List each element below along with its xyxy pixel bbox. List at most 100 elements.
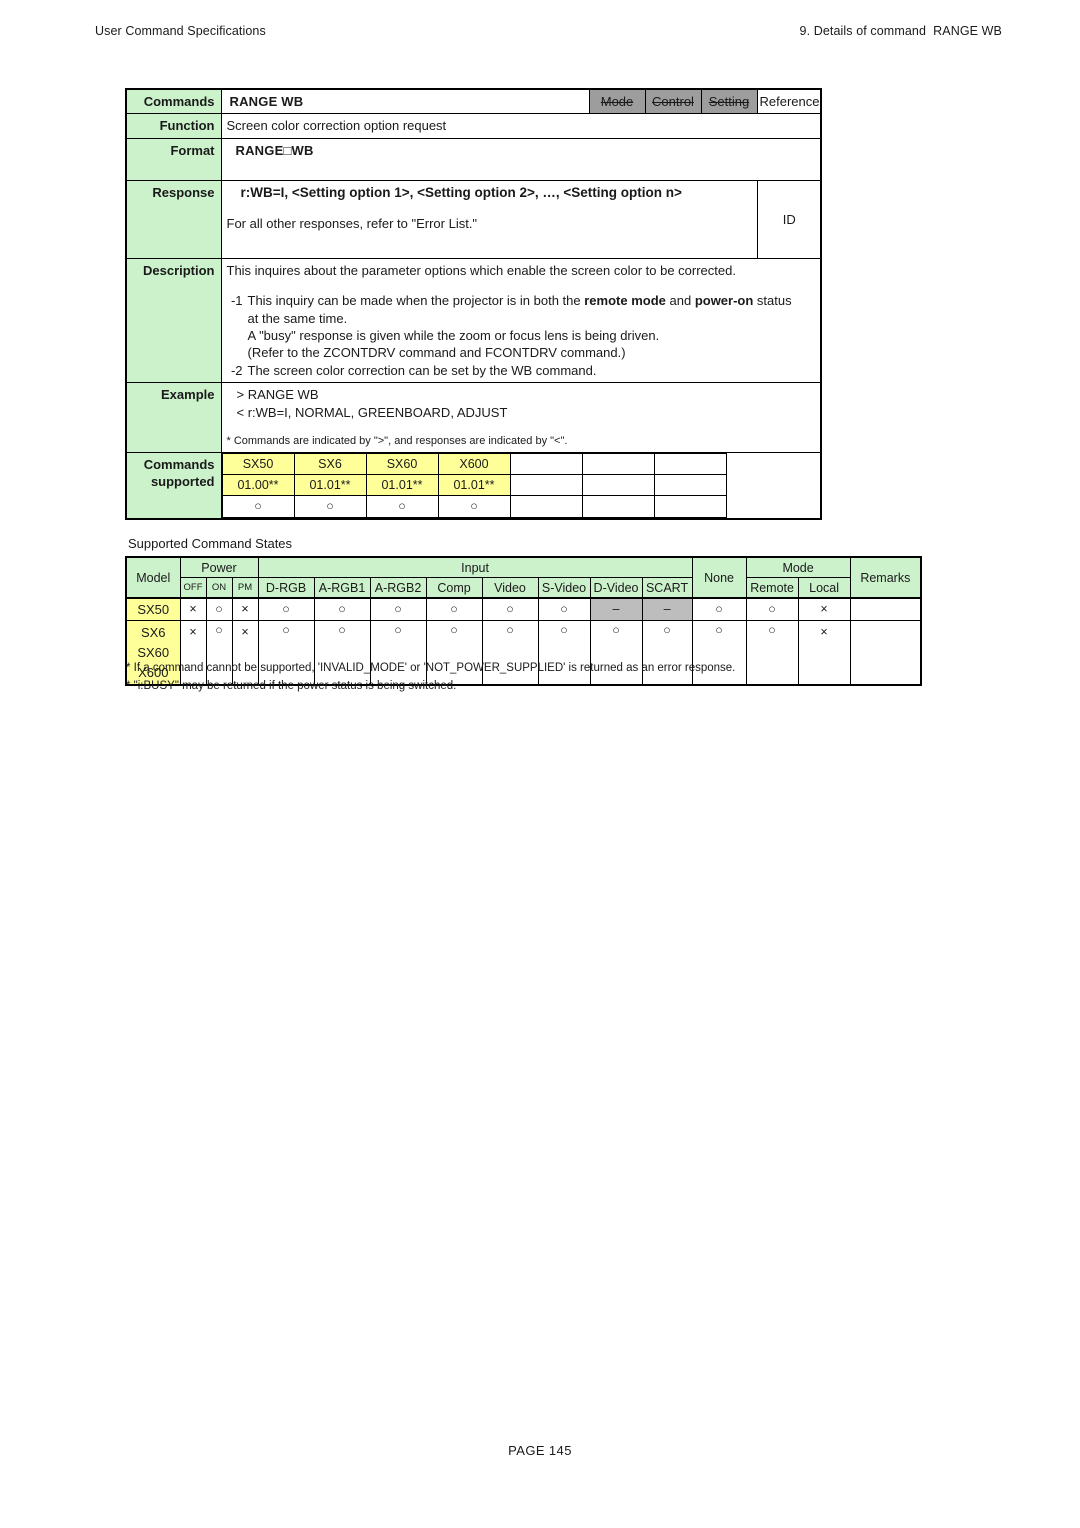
supported-mark-6 (653, 495, 727, 518)
table-row-description: Description This inquires about the para… (125, 257, 822, 384)
states-header-row-2: OFF ON PM D-RGB A-RGB1 A-RGB2 Comp Video… (126, 577, 921, 599)
list-item: -2 The screen color correction can be se… (227, 362, 817, 379)
flag-control: Control (644, 88, 702, 115)
table-row-function: Function Screen color correction option … (125, 113, 822, 139)
command-spec-table: Commands RANGE WB Mode Control Setting R… (125, 88, 822, 520)
states-header-input-scart: SCART (641, 577, 693, 599)
states-cell-remote: ○ (745, 597, 799, 621)
header-left-text: User Command Specifications (95, 24, 266, 38)
states-cell-argb2: ○ (369, 597, 427, 621)
desc-bold-power-on: power-on (694, 293, 754, 309)
header-right-text: 9. Details of command RANGE WB (799, 24, 1002, 38)
label-commands: Commands (125, 88, 222, 115)
table-row-response: Response r:WB=I, <Setting option 1>, <Se… (125, 179, 822, 259)
supported-spacer (726, 495, 820, 518)
response-body: r:WB=I, <Setting option 1>, <Setting opt… (220, 179, 758, 259)
states-row-model-sx50: SX50 (125, 597, 181, 621)
response-id-cell: ID (756, 179, 822, 259)
supported-version-6 (653, 474, 727, 497)
supported-mark-0: ○ (221, 495, 295, 518)
supported-version-2: 01.01** (365, 474, 439, 497)
states-section-title: Supported Command States (128, 536, 293, 551)
states-cell-remarks (849, 619, 922, 686)
label-format: Format (125, 137, 222, 181)
commands-supported-grid: SX50 SX6 SX60 X600 01.00** 01.01** 01.01… (220, 451, 822, 520)
supported-version-0: 01.00** (221, 474, 295, 497)
label-description: Description (125, 257, 222, 384)
response-main-text: r:WB=I, <Setting option 1>, <Setting opt… (240, 184, 682, 200)
example-line-command: > RANGE WB (236, 387, 319, 403)
description-item-text: The screen color correction can be set b… (247, 362, 597, 378)
supported-spacer (726, 453, 820, 475)
supported-spacer (726, 474, 820, 496)
states-header-input-svideo: S-Video (537, 577, 591, 599)
states-cell-power-pm: × (231, 597, 259, 621)
example-body: > RANGE WB < r:WB=I, NORMAL, GREENBOARD,… (220, 382, 822, 453)
supported-mark-2: ○ (365, 495, 439, 518)
desc-bold-remote-mode: remote mode (584, 293, 666, 309)
supported-model-4 (509, 452, 583, 476)
desc-line-2: at the same time. (247, 310, 348, 326)
running-header: User Command Specifications 9. Details o… (0, 24, 1080, 42)
states-header-power-pm: PM (231, 577, 259, 599)
desc-line-4: (Refer to the ZCONTDRV command and FCONT… (247, 345, 626, 361)
description-item-text: This inquiry can be made when the projec… (248, 292, 817, 362)
command-title: RANGE WB (220, 88, 590, 115)
states-header-power: Power (179, 556, 259, 578)
states-header-none: None (691, 556, 747, 599)
states-cell-video: ○ (481, 597, 539, 621)
table-row-format: Format RANGE□WB (125, 137, 822, 181)
description-item-number: -1 (230, 293, 243, 309)
description-body: This inquires about the parameter option… (220, 257, 822, 384)
states-cell-svideo: ○ (537, 597, 591, 621)
states-header-input-dvideo: D-Video (589, 577, 643, 599)
supported-version-row: 01.00** 01.01** 01.01** 01.01** (221, 474, 820, 497)
supported-mark-3: ○ (437, 495, 511, 518)
states-header-power-off: OFF (179, 577, 207, 599)
desc-line-a: This inquiry can be made when the projec… (247, 293, 585, 309)
states-cell-comp: ○ (425, 597, 483, 621)
states-header-input-drgb: D-RGB (257, 577, 315, 599)
states-header-input: Input (257, 556, 693, 578)
supported-version-5 (581, 474, 655, 497)
format-text: RANGE□WB (220, 137, 822, 181)
response-other-text: For all other responses, refer to "Error… (226, 215, 478, 231)
supported-mark-4 (509, 495, 583, 518)
states-cell-power-off: × (179, 597, 207, 621)
description-intro: This inquires about the parameter option… (226, 262, 736, 278)
states-cell-power-on: ○ (205, 597, 233, 621)
table-row: SX50 × ○ × ○ ○ ○ ○ ○ ○ – – ○ ○ × (125, 597, 922, 621)
states-header-model: Model (125, 556, 181, 599)
supported-mark-5 (581, 495, 655, 518)
states-header-power-on: ON (205, 577, 233, 599)
states-row-model-sx6: SX6 (140, 624, 166, 640)
desc-line-tail: status (753, 293, 792, 309)
page-footer: PAGE 145 (508, 1443, 572, 1458)
function-text: Screen color correction option request (220, 113, 822, 139)
table-row-example: Example > RANGE WB < r:WB=I, NORMAL, GRE… (125, 382, 822, 453)
footnote-2: * "i:BUSY" may be returned if the power … (126, 679, 457, 692)
states-header-remarks: Remarks (849, 556, 922, 599)
footnotes: * If a command cannot be supported, 'INV… (126, 660, 735, 696)
list-item: -1 This inquiry can be made when the pro… (227, 292, 817, 362)
description-list: -1 This inquiry can be made when the pro… (227, 292, 817, 379)
states-cell-local: × (797, 619, 851, 686)
states-header-row-1: Model Power Input None Mode Remarks (125, 556, 922, 599)
supported-model-1: SX6 (293, 452, 367, 476)
flag-reference: Reference (756, 88, 822, 115)
label-example: Example (125, 382, 222, 453)
supported-models-table: SX50 SX6 SX60 X600 01.00** 01.01** 01.01… (221, 452, 821, 518)
document-page: User Command Specifications 9. Details o… (0, 0, 1080, 1528)
states-cell-dvideo: – (589, 597, 643, 621)
states-cell-remarks (849, 597, 922, 621)
supported-version-4 (509, 474, 583, 497)
supported-model-2: SX60 (365, 452, 439, 476)
supported-version-3: 01.01** (437, 474, 511, 497)
supported-mark-row: ○ ○ ○ ○ (221, 495, 820, 518)
supported-model-row: SX50 SX6 SX60 X600 (221, 452, 820, 476)
example-note: * Commands are indicated by ">", and res… (226, 435, 568, 448)
label-response: Response (125, 179, 222, 259)
states-cell-drgb: ○ (257, 597, 315, 621)
